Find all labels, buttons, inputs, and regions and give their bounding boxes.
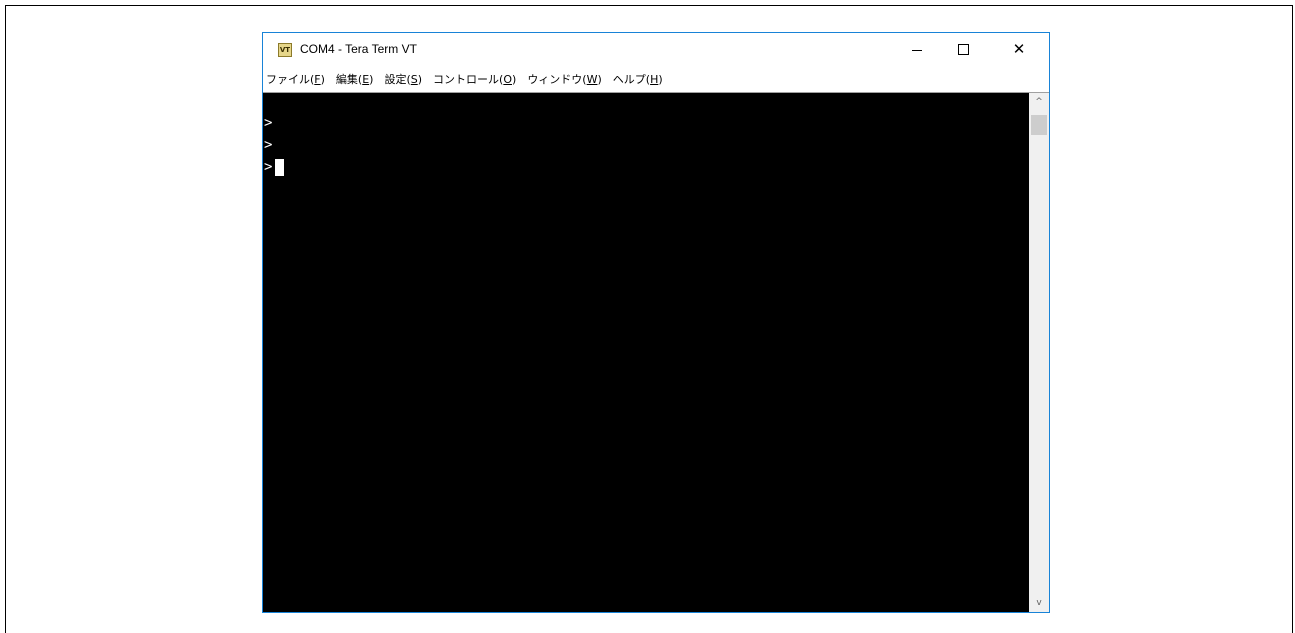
window-title: COM4 - Tera Term VT xyxy=(300,42,417,56)
text-cursor xyxy=(275,159,284,176)
menu-help[interactable]: ヘルプ(H) xyxy=(609,71,667,87)
terminal-line: > xyxy=(264,157,304,177)
menu-setup[interactable]: 設定(S) xyxy=(380,71,426,87)
close-icon: ✕ xyxy=(1012,39,1026,58)
teraterm-app-icon[interactable]: VT xyxy=(278,43,292,57)
terminal-line: > xyxy=(264,137,273,153)
prompt-char: > xyxy=(264,159,273,175)
scroll-down-button[interactable]: v xyxy=(1029,594,1049,612)
teraterm-window: VT COM4 - Tera Term VT ✕ ファイル(F) 編集(E) 設… xyxy=(262,32,1050,613)
menu-file[interactable]: ファイル(F) xyxy=(263,71,329,87)
terminal-screen[interactable]: > > > xyxy=(263,92,1029,612)
maximize-button[interactable] xyxy=(940,33,986,65)
vertical-scrollbar[interactable]: ^ v xyxy=(1029,92,1049,612)
close-button[interactable]: ✕ xyxy=(996,33,1042,65)
menu-bar: ファイル(F) 編集(E) 設定(S) コントロール(O) ウィンドウ(W) ヘ… xyxy=(263,67,1049,91)
scroll-thumb[interactable] xyxy=(1031,115,1047,135)
minimize-button[interactable] xyxy=(894,33,940,65)
terminal-line: > xyxy=(264,115,273,131)
menu-edit[interactable]: 編集(E) xyxy=(332,71,378,87)
scroll-up-button[interactable]: ^ xyxy=(1029,93,1049,111)
chevron-down-icon: v xyxy=(1036,598,1042,608)
menu-window[interactable]: ウィンドウ(W) xyxy=(523,71,605,87)
maximize-icon xyxy=(957,43,969,55)
minimize-icon xyxy=(912,49,922,51)
chevron-up-icon: ^ xyxy=(1035,97,1043,107)
title-bar[interactable]: VT COM4 - Tera Term VT ✕ xyxy=(263,33,1049,67)
menu-control[interactable]: コントロール(O) xyxy=(429,71,520,87)
